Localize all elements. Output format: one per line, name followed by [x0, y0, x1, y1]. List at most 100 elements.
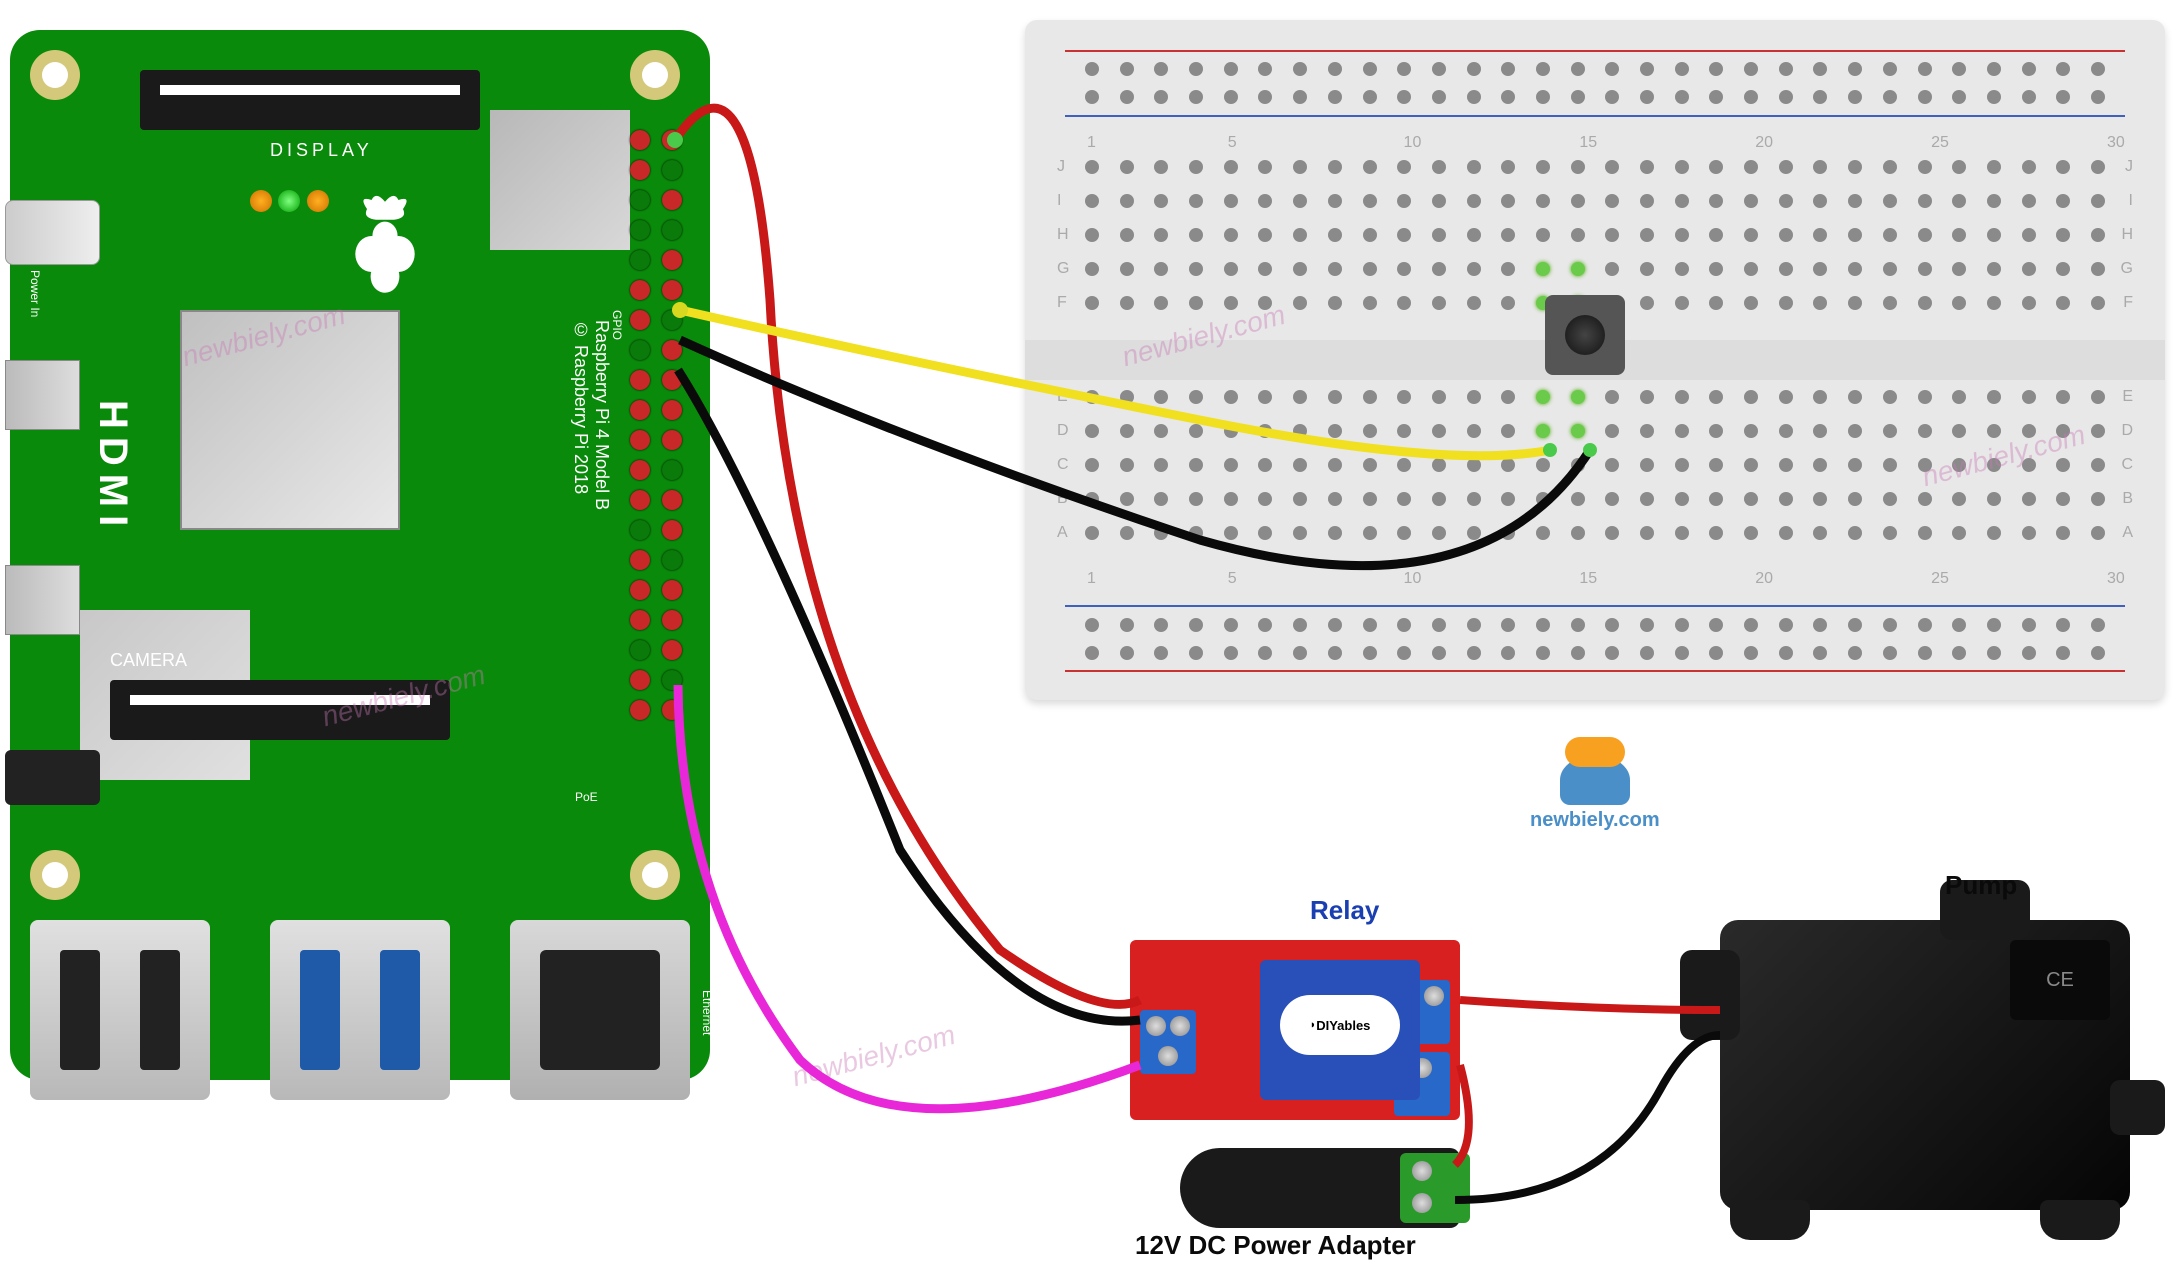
raspberry-pi: DISPLAY CAMERA HDMI Raspberry Pi 4 Model… [10, 30, 710, 1080]
hdmi0-port-icon [5, 360, 80, 430]
dc-adapter-label: 12V DC Power Adapter [1135, 1230, 1416, 1261]
row-label: B [1057, 490, 1068, 508]
gpio-pin-icon [662, 610, 682, 630]
col-label: 1 [1087, 570, 1096, 588]
usb3-label: USB3 [295, 1110, 326, 1124]
display-connector [140, 70, 480, 130]
row-label: J [1057, 158, 1065, 176]
raspberry-logo-icon [340, 190, 430, 300]
gpio-pin-icon [662, 400, 682, 420]
gpio-pin-icon [630, 580, 650, 600]
col-label: 30 [2107, 134, 2125, 152]
usb2-label: USB2 [55, 1110, 86, 1124]
pump-outlet-icon [2110, 1080, 2165, 1135]
gpio-pin-icon [630, 670, 650, 690]
gpio-pin-icon [630, 550, 650, 570]
col-label: 20 [1755, 134, 1773, 152]
row-label: F [2123, 294, 2133, 312]
av-jack-icon [5, 750, 100, 805]
col-label: 10 [1404, 134, 1422, 152]
row-label: E [2122, 388, 2133, 406]
col-label: 20 [1755, 570, 1773, 588]
power-in-label: Power In [28, 270, 42, 317]
gpio-pin-icon [662, 190, 682, 210]
col-label: 10 [1404, 570, 1422, 588]
gpio-pin-icon [662, 640, 682, 660]
usb3-port-icon [300, 950, 340, 1070]
col-label: 15 [1579, 570, 1597, 588]
row-label: I [1057, 192, 1061, 210]
gpio-pin-icon [662, 160, 682, 180]
dc-terminal-icon [1400, 1153, 1470, 1223]
col-label: 25 [1931, 570, 1949, 588]
usb-port-icon [60, 950, 100, 1070]
led-green-icon [278, 190, 300, 212]
mount-hole-icon [30, 850, 80, 900]
gpio-pin-icon [662, 280, 682, 300]
logo-text: newbiely.com [1530, 809, 1660, 832]
pump-foot-icon [2040, 1200, 2120, 1240]
usb3-port-icon [380, 950, 420, 1070]
gpio-pin-icon [630, 400, 650, 420]
gpio-pin-icon [662, 220, 682, 240]
water-pump: CE [1720, 920, 2130, 1210]
usb3-block [270, 920, 450, 1100]
mount-hole-icon [30, 50, 80, 100]
mount-hole-icon [630, 850, 680, 900]
gpio-pin-icon [630, 280, 650, 300]
owl-icon [1550, 735, 1640, 805]
gpio-pin-icon [630, 460, 650, 480]
row-label: A [1057, 524, 1068, 542]
col-label: 5 [1228, 134, 1237, 152]
col-label: 30 [2107, 570, 2125, 588]
row-label: G [1057, 260, 1069, 278]
led-orange-icon [250, 190, 272, 212]
gpio-pin-icon [630, 190, 650, 210]
gpio-pin-icon [630, 130, 650, 150]
col-label: 1 [1087, 134, 1096, 152]
relay-label: Relay [1310, 895, 1379, 926]
col-label: 5 [1228, 570, 1237, 588]
gpio-pin-icon [662, 130, 682, 150]
col-label: 25 [1931, 134, 1949, 152]
usbc-port-icon [5, 200, 100, 265]
rail-red-icon [1065, 670, 2125, 672]
usb-port-icon [140, 950, 180, 1070]
rail-blue-icon [1065, 115, 2125, 117]
gpio-pin-icon [662, 340, 682, 360]
relay-brand-label: ◗DIYables [1280, 995, 1400, 1055]
row-label: F [1057, 294, 1067, 312]
gpio-pin-icon [630, 370, 650, 390]
gpio-pin-icon [630, 340, 650, 360]
display-label: DISPLAY [270, 140, 373, 161]
gpio-pin-icon [662, 310, 682, 330]
row-label: B [2122, 490, 2133, 508]
wire-dc-pump [1455, 1035, 1720, 1200]
ethernet-block [510, 920, 690, 1100]
gpio-pin-icon [630, 220, 650, 240]
row-label: H [1057, 226, 1069, 244]
rail-red-icon [1065, 50, 2125, 52]
row-label: A [2122, 524, 2133, 542]
gpio-pin-icon [662, 250, 682, 270]
ethernet-port-icon [540, 950, 660, 1070]
poe-label: PoE [575, 790, 598, 804]
tact-button [1545, 295, 1625, 375]
led-orange-icon [307, 190, 329, 212]
row-label: I [2129, 192, 2133, 210]
gpio-pin-icon [630, 640, 650, 660]
camera-label: CAMERA [110, 650, 187, 671]
usb2-block [30, 920, 210, 1100]
gpio-pin-icon [630, 490, 650, 510]
gpio-pin-icon [630, 520, 650, 540]
relay-input-terminal [1140, 1010, 1196, 1074]
gpio-pin-icon [662, 430, 682, 450]
row-label: E [1057, 388, 1068, 406]
status-leds [250, 190, 331, 217]
watermark-text: newbiely.com [789, 1019, 959, 1093]
gpio-label: GPIO [610, 310, 624, 340]
gpio-pin-icon [662, 550, 682, 570]
gpio-pin-icon [630, 250, 650, 270]
gpio-pin-icon [662, 700, 682, 720]
gpio-pin-icon [630, 310, 650, 330]
